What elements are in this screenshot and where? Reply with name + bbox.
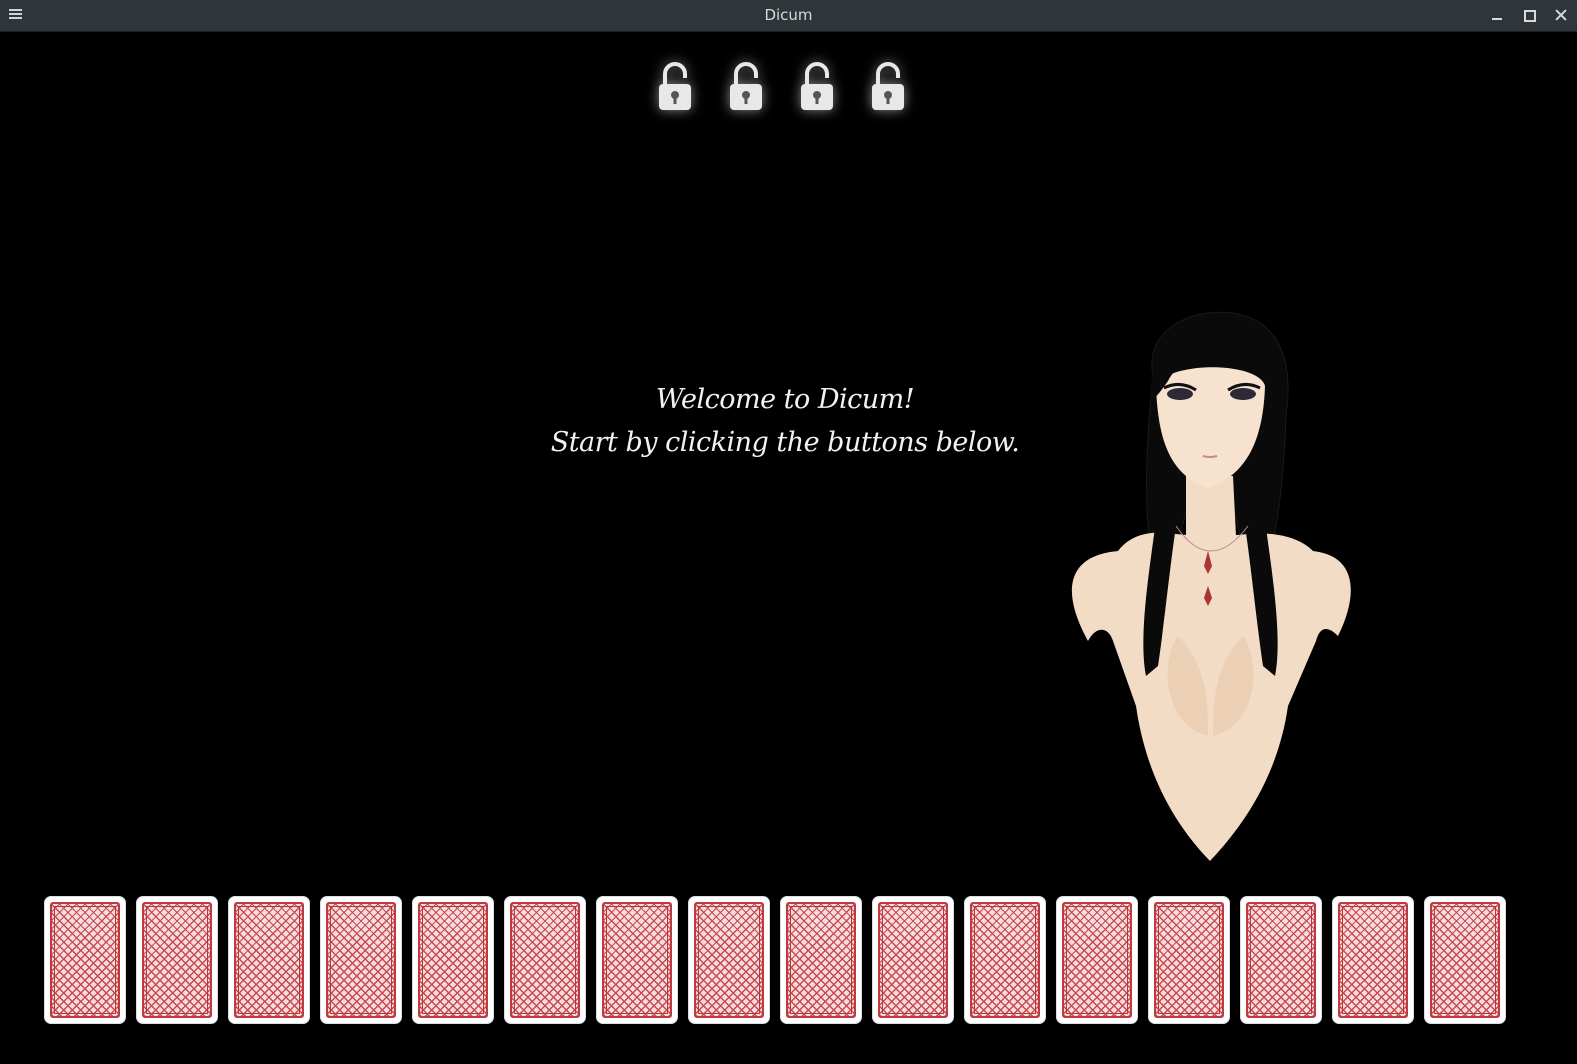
- card-back: [234, 902, 304, 1018]
- card[interactable]: [1057, 897, 1137, 1023]
- welcome-line-1: Welcome to Dicum!: [655, 384, 915, 415]
- padlock-open-icon: [659, 62, 691, 110]
- card-back: [786, 902, 856, 1018]
- lock-buttons: [651, 56, 912, 116]
- card[interactable]: [1149, 897, 1229, 1023]
- character-illustration: [1071, 311, 1351, 861]
- lock-button-2[interactable]: [722, 56, 770, 116]
- card-back: [418, 902, 488, 1018]
- card[interactable]: [1241, 897, 1321, 1023]
- card-back: [878, 902, 948, 1018]
- close-icon[interactable]: [1553, 7, 1569, 23]
- card[interactable]: [1425, 897, 1505, 1023]
- card[interactable]: [413, 897, 493, 1023]
- character-portrait: [1058, 306, 1363, 866]
- welcome-message: Welcome to Dicum! Start by clicking the …: [540, 378, 1030, 464]
- card[interactable]: [505, 897, 585, 1023]
- window-title: Dicum: [764, 6, 813, 24]
- window-controls: [1489, 7, 1569, 23]
- card-back: [1062, 902, 1132, 1018]
- minimize-icon[interactable]: [1489, 7, 1505, 23]
- card-back: [1246, 902, 1316, 1018]
- card-back: [970, 902, 1040, 1018]
- lock-button-1[interactable]: [651, 56, 699, 116]
- card[interactable]: [873, 897, 953, 1023]
- card[interactable]: [45, 897, 125, 1023]
- card[interactable]: [229, 897, 309, 1023]
- card-back: [694, 902, 764, 1018]
- card-back: [510, 902, 580, 1018]
- card-back: [602, 902, 672, 1018]
- card-back: [50, 902, 120, 1018]
- card-back: [1154, 902, 1224, 1018]
- card-back: [1338, 902, 1408, 1018]
- welcome-line-2: Start by clicking the buttons below.: [550, 427, 1020, 458]
- card-back: [326, 902, 396, 1018]
- game-window: Dicum Welcome to Dicum! Start by clickin…: [0, 0, 1577, 1064]
- padlock-open-icon: [872, 62, 904, 110]
- title-bar: Dicum: [0, 0, 1577, 32]
- card[interactable]: [321, 897, 401, 1023]
- padlock-open-icon: [801, 62, 833, 110]
- card[interactable]: [137, 897, 217, 1023]
- lock-button-4[interactable]: [864, 56, 912, 116]
- lock-button-3[interactable]: [793, 56, 841, 116]
- card[interactable]: [597, 897, 677, 1023]
- card[interactable]: [965, 897, 1045, 1023]
- card-back: [1430, 902, 1500, 1018]
- card[interactable]: [1333, 897, 1413, 1023]
- card[interactable]: [781, 897, 861, 1023]
- card-hand: [45, 897, 1505, 1023]
- card[interactable]: [689, 897, 769, 1023]
- padlock-open-icon: [730, 62, 762, 110]
- maximize-icon[interactable]: [1521, 7, 1537, 23]
- card-back: [142, 902, 212, 1018]
